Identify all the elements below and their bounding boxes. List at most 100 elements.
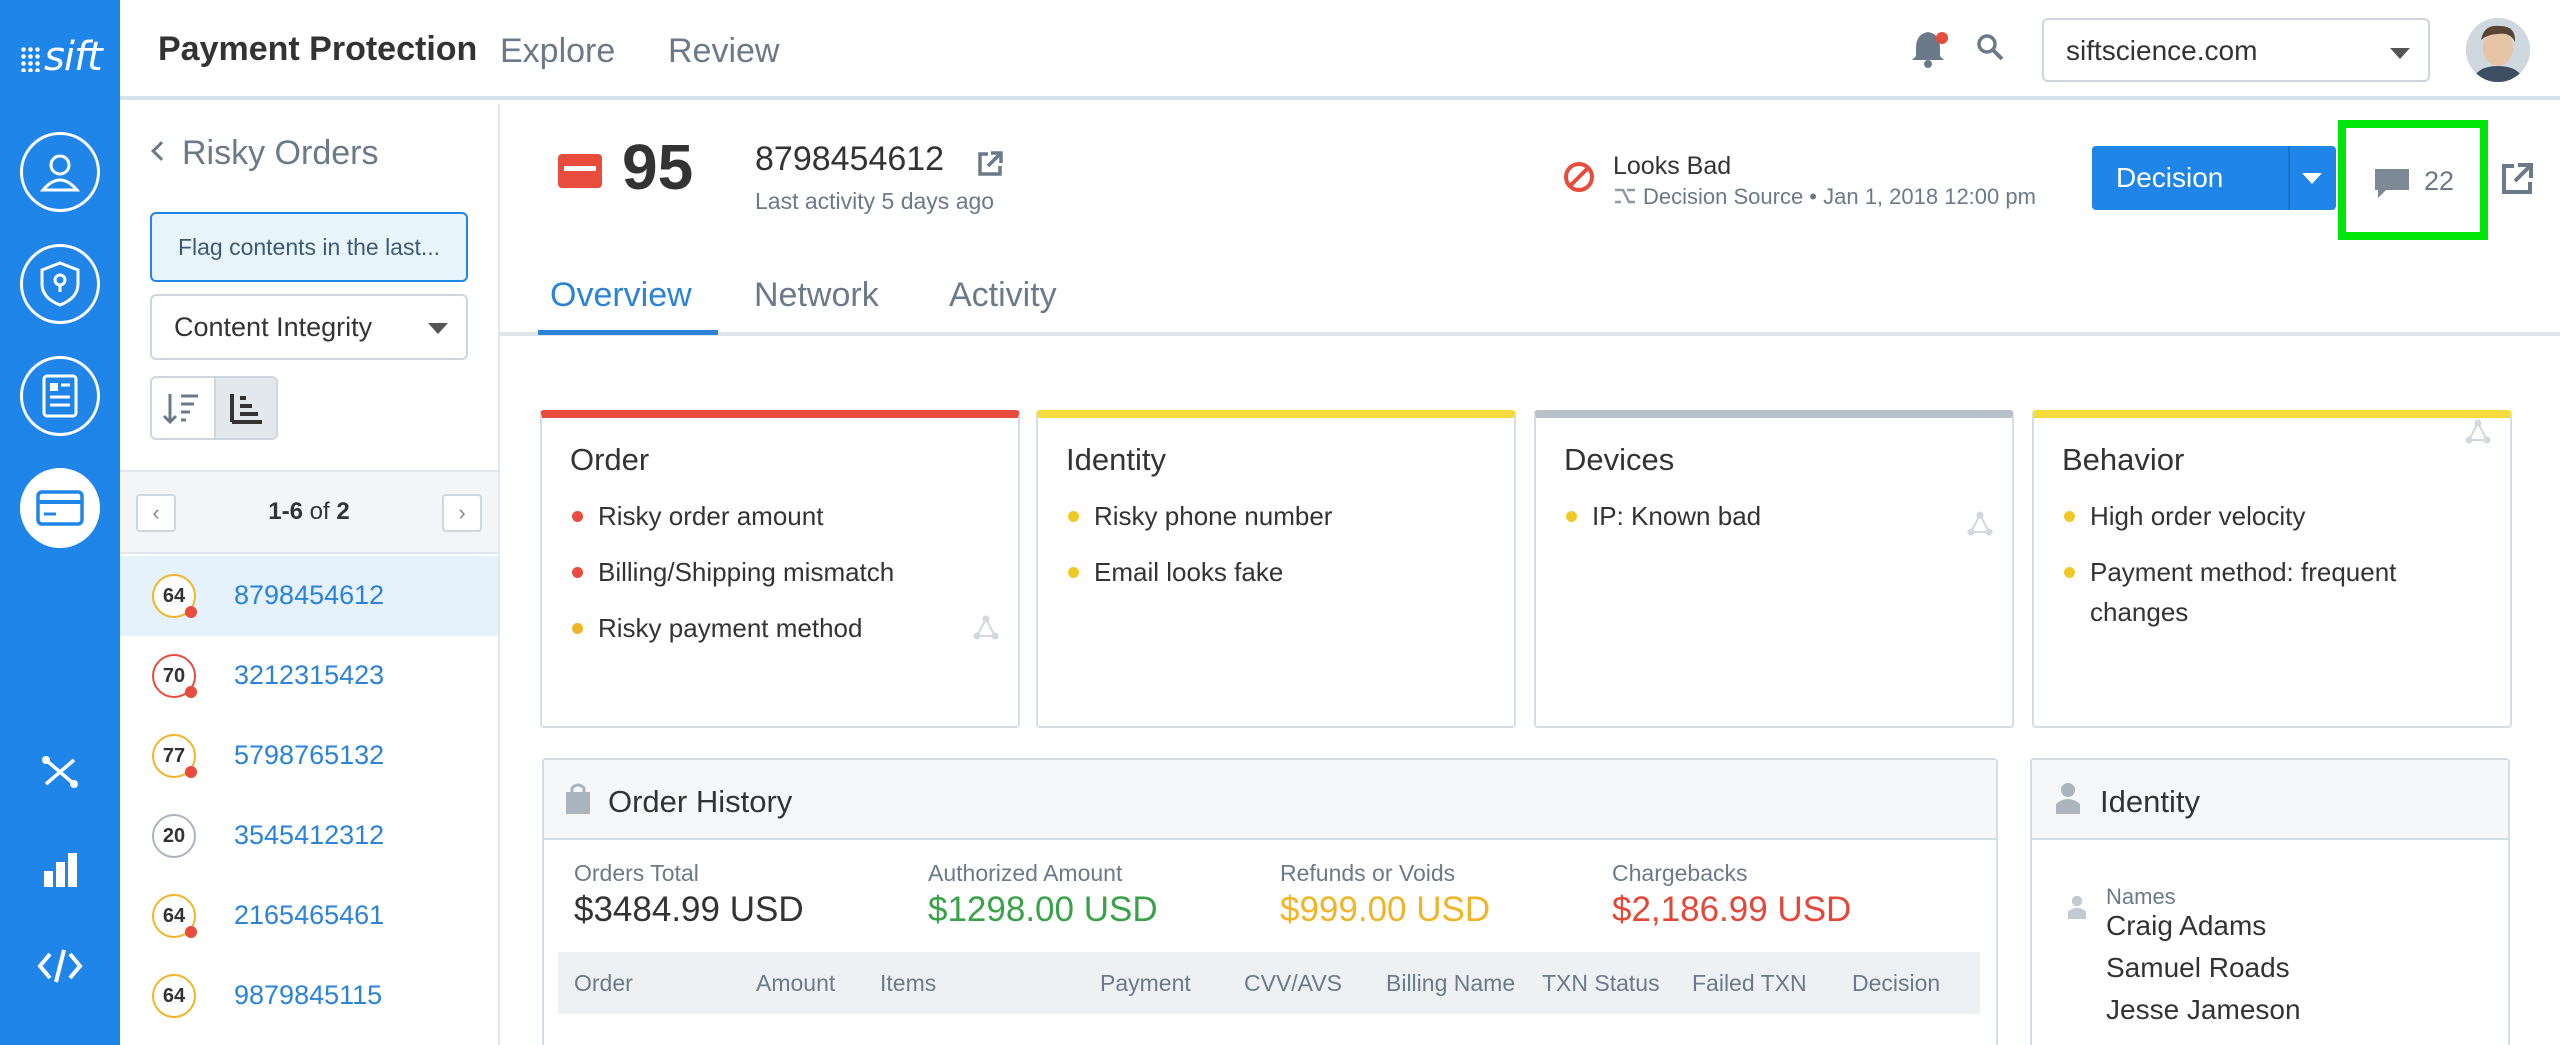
flag-contents-button[interactable]: Flag contents in the last...	[150, 212, 468, 282]
content-integrity-select[interactable]: Content Integrity	[150, 294, 468, 360]
network-icon[interactable]	[2464, 418, 2492, 446]
decision-button[interactable]: Decision	[2092, 146, 2336, 210]
rail-payment-button[interactable]	[20, 468, 100, 548]
order-id: 3212315423	[234, 660, 385, 690]
rail-shield-button[interactable]	[20, 244, 100, 324]
column-header[interactable]: Failed TXN	[1692, 970, 1807, 997]
active-tab-indicator	[538, 330, 718, 335]
column-header[interactable]: Billing Name	[1386, 970, 1515, 997]
signal-card-title: Order	[570, 442, 650, 477]
workflow-icon	[42, 756, 78, 788]
signal-bullet	[572, 567, 583, 578]
network-icon[interactable]	[972, 614, 1000, 642]
signal-bullet	[572, 623, 583, 634]
order-row[interactable]: 77 5798765132	[120, 716, 498, 796]
stat-label: Refunds or Voids	[1280, 860, 1456, 886]
person-icon	[2056, 783, 2080, 814]
order-row[interactable]: 64 2165465461	[120, 876, 498, 956]
order-score: 64	[162, 585, 186, 607]
avatar[interactable]	[2466, 18, 2530, 82]
column-header[interactable]: Order	[574, 970, 633, 997]
signal-bullet	[1068, 567, 1079, 578]
identity-name: Craig Adams	[2106, 910, 2267, 941]
rail-user-button[interactable]	[20, 132, 100, 212]
signal-item: Billing/Shipping mismatch	[572, 552, 998, 592]
popout-button[interactable]	[2500, 162, 2534, 196]
domain-select[interactable]: siftscience.com	[2042, 18, 2430, 82]
signal-item: High order velocity	[2064, 496, 2490, 536]
chevron-down-icon	[2390, 48, 2410, 59]
decision-divider	[2288, 146, 2290, 210]
signal-item: Risky payment method	[572, 608, 998, 648]
notification-dot	[1936, 32, 1948, 44]
search-button[interactable]	[1975, 32, 2009, 66]
pager-range: 1-6	[268, 498, 303, 525]
rail-workflow-button[interactable]	[30, 742, 90, 802]
decision-source-text: Decision Source • Jan 1, 2018 12:00 pm	[1643, 184, 2036, 209]
nav-review[interactable]: Review	[668, 32, 779, 71]
rail-analytics-button[interactable]	[30, 840, 90, 900]
comments-button[interactable]: 22	[2338, 120, 2488, 240]
logo-dots-icon	[20, 46, 42, 72]
credit-card-icon	[36, 490, 84, 526]
order-score-badge: 77	[152, 734, 197, 778]
identity-header: Identity	[2032, 760, 2508, 840]
signal-card-behavior: Behavior High order velocity Payment met…	[2032, 410, 2512, 728]
tab-network[interactable]: Network	[754, 276, 879, 315]
sort-desc-button[interactable]	[152, 378, 214, 438]
order-row[interactable]: 64 9879845115	[120, 956, 498, 1036]
decision-source: Decision Source • Jan 1, 2018 12:00 pm	[1613, 184, 2036, 210]
last-activity: Last activity 5 days ago	[755, 188, 995, 214]
chevron-right-icon: ›	[458, 500, 466, 525]
rail-document-button[interactable]	[20, 356, 100, 436]
column-header[interactable]: CVV/AVS	[1244, 970, 1342, 997]
order-score-badge: 64	[152, 574, 197, 618]
credit-card-icon	[558, 154, 602, 188]
decision-button-label: Decision	[2116, 162, 2224, 193]
rail-developer-button[interactable]	[30, 936, 90, 996]
network-icon[interactable]	[1966, 510, 1994, 538]
back-to-risky-orders[interactable]: Risky Orders	[151, 134, 378, 173]
identity-name: Samuel Roads	[2106, 952, 2290, 983]
notifications-button[interactable]	[1910, 28, 1950, 72]
order-row[interactable]: 20 3545412312	[120, 796, 498, 876]
column-header[interactable]: TXN Status	[1542, 970, 1660, 997]
external-link-icon	[978, 151, 1003, 176]
chevron-down-icon	[2302, 173, 2322, 184]
code-icon	[37, 949, 83, 983]
nav-explore[interactable]: Explore	[500, 32, 615, 71]
signal-item: Email looks fake	[1068, 552, 1494, 592]
signal-item: IP: Known bad	[1566, 496, 1992, 536]
search-icon	[1977, 34, 2004, 61]
order-score-badge: 64	[152, 894, 197, 938]
tab-activity[interactable]: Activity	[949, 276, 1057, 315]
next-page-button[interactable]: ›	[442, 494, 482, 532]
ban-icon	[1562, 160, 1596, 194]
column-header[interactable]: Payment	[1100, 970, 1191, 997]
sort-toggle	[150, 376, 278, 440]
signal-card-identity: Identity Risky phone number Email looks …	[1036, 410, 1516, 728]
order-score-badge: 64	[152, 974, 196, 1018]
comment-count: 22	[2424, 166, 2455, 196]
order-row[interactable]: 70 3212315423	[120, 636, 498, 716]
document-icon	[42, 374, 78, 418]
signal-item: Payment method: frequent changes	[2064, 552, 2490, 632]
stat-value: $999.00 USD	[1280, 890, 1491, 929]
signal-card-title: Behavior	[2062, 442, 2185, 477]
sift-logo[interactable]: sift	[20, 34, 103, 80]
open-external-button[interactable]	[976, 150, 1004, 178]
column-header[interactable]: Decision	[1852, 970, 1940, 997]
order-id: 9879845115	[234, 980, 383, 1010]
column-header[interactable]: Items	[880, 970, 936, 997]
app-title: Payment Protection	[158, 30, 478, 68]
signal-text: Risky payment method	[598, 613, 863, 643]
tab-overview[interactable]: Overview	[550, 276, 692, 315]
pager-of: of	[309, 498, 330, 525]
signal-item: Risky order amount	[572, 496, 998, 536]
order-row[interactable]: 64 8798454612	[120, 556, 498, 636]
pager-total: 2	[336, 498, 350, 525]
stat-label: Chargebacks	[1612, 860, 1748, 886]
column-header[interactable]: Amount	[756, 970, 835, 997]
status-dot	[185, 606, 197, 618]
sort-asc-button[interactable]	[214, 378, 276, 438]
